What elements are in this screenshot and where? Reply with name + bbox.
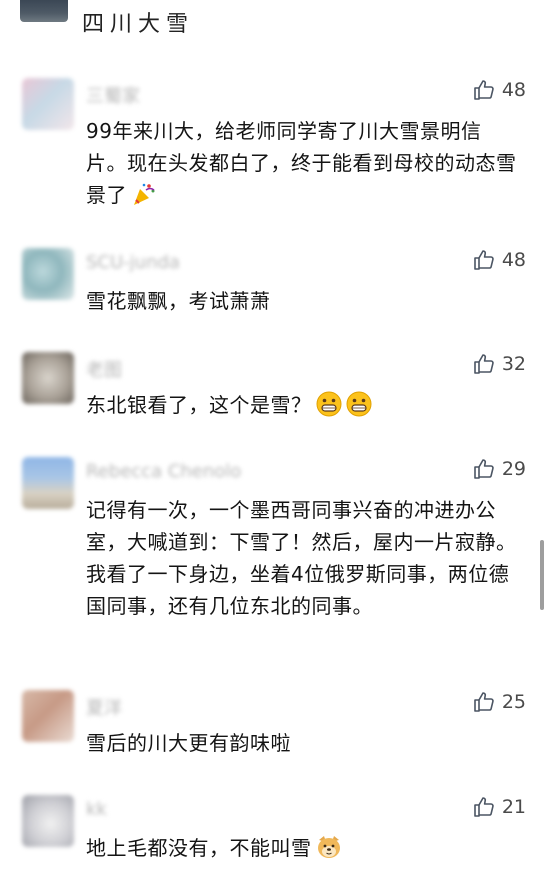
thumbs-up-icon [474, 692, 494, 712]
like-count: 32 [501, 353, 526, 375]
avatar[interactable] [22, 78, 74, 130]
like-button[interactable]: 32 [472, 352, 526, 376]
like-count: 25 [501, 691, 526, 713]
like-count: 48 [501, 79, 526, 101]
comment-text: 雪后的川大更有韵味啦 [86, 731, 291, 755]
commenter-name[interactable]: 老图 [86, 356, 122, 382]
party-popper-icon [134, 183, 155, 205]
avatar[interactable] [22, 795, 74, 847]
avatar[interactable] [22, 457, 74, 509]
article-title[interactable]: 四川大雪 [82, 6, 194, 38]
commenter-name[interactable]: SCU-junda [86, 252, 180, 273]
comment-text: 99年来川大，给老师同学寄了川大雪景明信片。现在头发都白了，终于能看到母校的动态… [86, 119, 517, 207]
like-button[interactable]: 48 [472, 248, 526, 272]
thumbs-up-icon [474, 459, 494, 479]
like-count: 21 [501, 796, 526, 818]
like-button[interactable]: 29 [472, 457, 526, 481]
comment-text: 地上毛都没有，不能叫雪 [86, 832, 518, 864]
like-button[interactable]: 21 [472, 795, 526, 819]
commenter-name[interactable]: 三蜀家 [86, 82, 140, 108]
thumbs-up-icon [474, 354, 494, 374]
comment-text: 雪花飘飘，考试萧萧 [86, 289, 271, 313]
comment-text: 东北银看了，这个是雪？ [86, 389, 518, 421]
like-button[interactable]: 25 [472, 690, 526, 714]
scrollbar[interactable] [540, 540, 544, 610]
article-header: 四川大雪 [0, 0, 550, 48]
avatar[interactable] [22, 352, 74, 404]
thumbs-up-icon [474, 80, 494, 100]
article-thumbnail[interactable] [20, 0, 68, 22]
like-count: 48 [501, 249, 526, 271]
commenter-name[interactable]: kk [86, 799, 107, 820]
like-button[interactable]: 48 [472, 78, 526, 102]
comment-text: 记得有一次，一个墨西哥同事兴奋的冲进办公室，大喊道到：下雪了！然后，屋内一片寂静… [86, 498, 517, 618]
doge-icon [317, 836, 340, 858]
grinning-face-icon [316, 391, 341, 417]
thumbs-up-icon [474, 797, 494, 817]
thumbs-up-icon [474, 250, 494, 270]
like-count: 29 [501, 458, 526, 480]
avatar[interactable] [22, 248, 74, 300]
commenter-name[interactable]: Rebecca Chenolo [86, 461, 241, 482]
commenter-name[interactable]: 夏洋 [86, 694, 122, 720]
avatar[interactable] [22, 690, 74, 742]
grinning-face-icon [346, 391, 371, 417]
